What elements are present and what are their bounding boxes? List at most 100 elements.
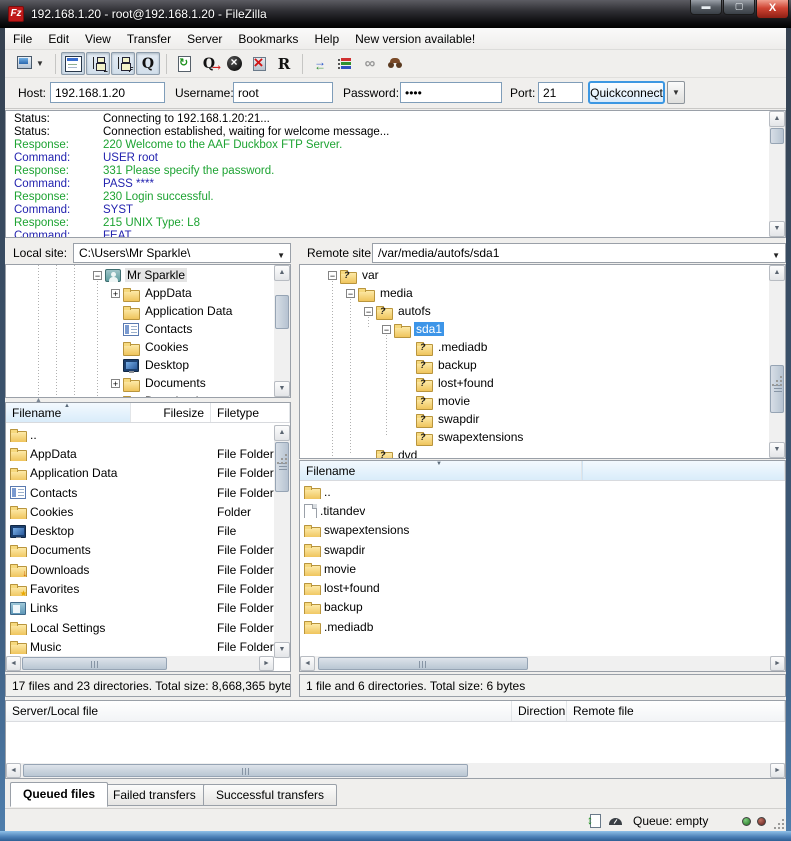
scroll-up-icon[interactable]: ▲	[769, 111, 785, 127]
file-row[interactable]: Local SettingsFile Folder	[6, 618, 274, 637]
menu-edit[interactable]: Edit	[40, 29, 77, 49]
tree-item[interactable]: ↓Downloads	[6, 392, 290, 398]
column-header-filename[interactable]: ▲Filename	[6, 403, 131, 422]
password-input[interactable]	[400, 82, 502, 103]
file-row[interactable]: backup	[300, 598, 785, 617]
scroll-left-icon[interactable]: ◄	[6, 763, 21, 778]
tree-item[interactable]: Documents	[6, 374, 290, 392]
scrollbar-thumb[interactable]	[23, 764, 468, 777]
remote-site-combo[interactable]: /var/media/autofs/sda1 ▼	[372, 243, 786, 263]
maximize-button[interactable]: ▢	[723, 0, 755, 15]
tree-item[interactable]: AppData	[6, 284, 290, 302]
scroll-left-icon[interactable]: ◄	[6, 656, 21, 671]
toggle-message-log-button[interactable]	[61, 52, 85, 75]
column-header-direction[interactable]: Direction	[512, 701, 567, 721]
collapse-icon[interactable]	[328, 271, 337, 280]
site-manager-button[interactable]: ▼	[11, 52, 49, 75]
host-input[interactable]	[50, 82, 165, 103]
scrollbar-thumb[interactable]	[770, 128, 784, 144]
scrollbar-thumb[interactable]	[275, 295, 289, 329]
chevron-down-icon[interactable]: ▼	[772, 251, 780, 260]
tree-item[interactable]: sda1	[300, 320, 785, 338]
collapse-icon[interactable]	[346, 289, 355, 298]
toggle-remote-tree-button[interactable]: F	[111, 52, 135, 75]
menu-view[interactable]: View	[77, 29, 119, 49]
titlebar[interactable]: Fz 192.168.1.20 - root@192.168.1.20 - Fi…	[0, 0, 791, 28]
resize-grip[interactable]	[774, 819, 784, 829]
quickconnect-dropdown-button[interactable]: ▼	[667, 81, 685, 104]
tree-item[interactable]: ?movie	[300, 392, 785, 410]
file-row[interactable]: .titandev	[300, 501, 785, 520]
message-log-scrollbar[interactable]: ▲ ▼	[769, 111, 785, 237]
scroll-down-icon[interactable]: ▼	[769, 221, 785, 237]
menu-file[interactable]: File	[5, 29, 40, 49]
scroll-down-icon[interactable]: ▼	[769, 442, 785, 458]
file-row[interactable]: swapextensions	[300, 521, 785, 540]
scroll-left-icon[interactable]: ◄	[300, 656, 315, 671]
tree-item[interactable]: ?autofs	[300, 302, 785, 320]
scrollbar-thumb[interactable]	[275, 442, 289, 492]
file-row[interactable]: ..	[300, 482, 785, 501]
close-button[interactable]: X	[756, 0, 789, 19]
collapse-icon[interactable]	[382, 325, 391, 334]
file-row[interactable]: movie	[300, 559, 785, 578]
synchronized-browsing-button[interactable]: ∞	[358, 52, 382, 75]
file-row[interactable]: lost+found	[300, 578, 785, 597]
username-input[interactable]	[233, 82, 333, 103]
file-row[interactable]: .mediadb	[300, 617, 785, 636]
file-row[interactable]: CookiesFolder	[6, 502, 274, 521]
chevron-down-icon[interactable]: ▼	[277, 251, 285, 260]
tab-successful-transfers[interactable]: Successful transfers	[203, 784, 337, 806]
cancel-button[interactable]	[222, 52, 246, 75]
file-row[interactable]: MusicFile Folder	[6, 637, 274, 656]
menu-new-version[interactable]: New version available!	[347, 29, 483, 49]
tree-item[interactable]: Desktop	[6, 356, 290, 374]
menu-server[interactable]: Server	[179, 29, 230, 49]
tree-item[interactable]: Application Data	[6, 302, 290, 320]
tab-queued-files[interactable]: Queued files	[10, 782, 108, 807]
collapse-icon[interactable]	[364, 307, 373, 316]
remote-list-hscrollbar[interactable]: ◄ ►	[300, 656, 785, 671]
file-row[interactable]: AppDataFile Folder	[6, 444, 274, 463]
tree-item[interactable]: ?backup	[300, 356, 785, 374]
expand-icon[interactable]	[111, 289, 120, 298]
scroll-down-icon[interactable]: ▼	[274, 381, 290, 397]
file-row[interactable]: ContactsFile Folder	[6, 483, 274, 502]
toggle-queue-button[interactable]: Q	[136, 52, 160, 75]
tree-item[interactable]: ?lost+found	[300, 374, 785, 392]
menu-bookmarks[interactable]: Bookmarks	[230, 29, 306, 49]
queue-hscrollbar[interactable]: ◄ ►	[6, 763, 785, 778]
file-row[interactable]: LinksFile Folder	[6, 599, 274, 618]
scroll-down-icon[interactable]: ▼	[274, 642, 290, 658]
tree-item[interactable]: ?swapdir	[300, 410, 785, 428]
tree-item[interactable]: Contacts	[6, 320, 290, 338]
column-header-filename[interactable]: ▼Filename	[300, 461, 582, 480]
scroll-up-icon[interactable]: ▲	[769, 265, 785, 281]
file-row[interactable]: ★FavoritesFile Folder	[6, 579, 274, 598]
file-row[interactable]: ..	[6, 425, 274, 444]
tree-item[interactable]: ?.mediadb	[300, 338, 785, 356]
scrollbar-thumb[interactable]	[770, 365, 784, 413]
column-header-remote-file[interactable]: Remote file	[567, 701, 785, 721]
collapse-icon[interactable]	[93, 271, 102, 280]
remote-tree-scrollbar[interactable]: ▲ ▼	[769, 265, 785, 458]
local-list-hscrollbar[interactable]: ◄ ►	[6, 656, 274, 671]
tree-item[interactable]: ?dvd	[300, 446, 785, 459]
file-row[interactable]: Application DataFile Folder	[6, 464, 274, 483]
column-header-filetype[interactable]: Filetype	[211, 403, 290, 422]
expand-icon[interactable]	[111, 379, 120, 388]
refresh-button[interactable]	[172, 52, 196, 75]
column-header-filesize[interactable]: Filesize	[131, 403, 211, 422]
local-site-combo[interactable]: C:\Users\Mr Sparkle\ ▼	[73, 243, 291, 263]
minimize-button[interactable]: ▬	[690, 0, 722, 15]
file-row[interactable]: DesktopFile	[6, 521, 274, 540]
tree-item[interactable]: Mr Sparkle	[6, 266, 290, 284]
quickconnect-button[interactable]: Quickconnect	[588, 81, 665, 104]
scrollbar-thumb[interactable]	[22, 657, 167, 670]
menu-transfer[interactable]: Transfer	[119, 29, 179, 49]
scrollbar-thumb[interactable]	[318, 657, 528, 670]
menu-help[interactable]: Help	[306, 29, 347, 49]
filter-button[interactable]	[333, 52, 357, 75]
local-list-scrollbar[interactable]: ▲ ▼	[274, 425, 290, 658]
tree-item[interactable]: media	[300, 284, 785, 302]
